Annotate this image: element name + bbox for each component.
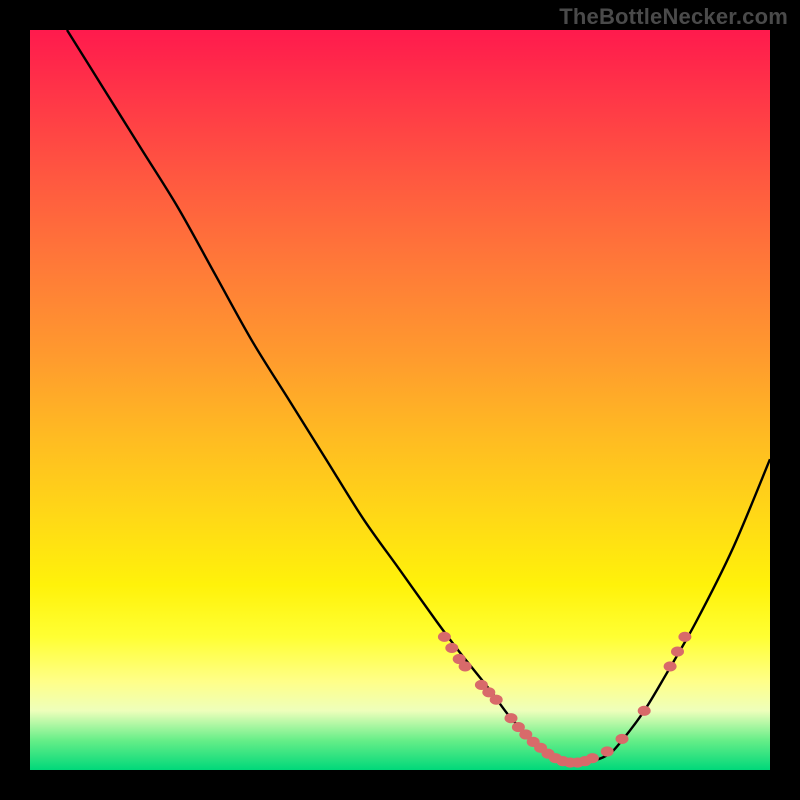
highlight-dot [438, 632, 451, 642]
highlight-dots [438, 632, 692, 768]
highlight-dot [671, 647, 684, 657]
highlight-dot [638, 706, 651, 716]
highlight-dot [616, 734, 629, 744]
bottleneck-curve [67, 30, 770, 764]
highlight-dot [445, 643, 458, 653]
attribution-text: TheBottleNecker.com [559, 4, 788, 30]
highlight-dot [664, 661, 677, 671]
highlight-dot [490, 695, 503, 705]
chart-frame: TheBottleNecker.com [0, 0, 800, 800]
highlight-dot [459, 661, 472, 671]
highlight-dot [505, 713, 518, 723]
highlight-dot [586, 753, 599, 763]
highlight-dot [601, 746, 614, 756]
chart-overlay [30, 30, 770, 770]
highlight-dot [678, 632, 691, 642]
